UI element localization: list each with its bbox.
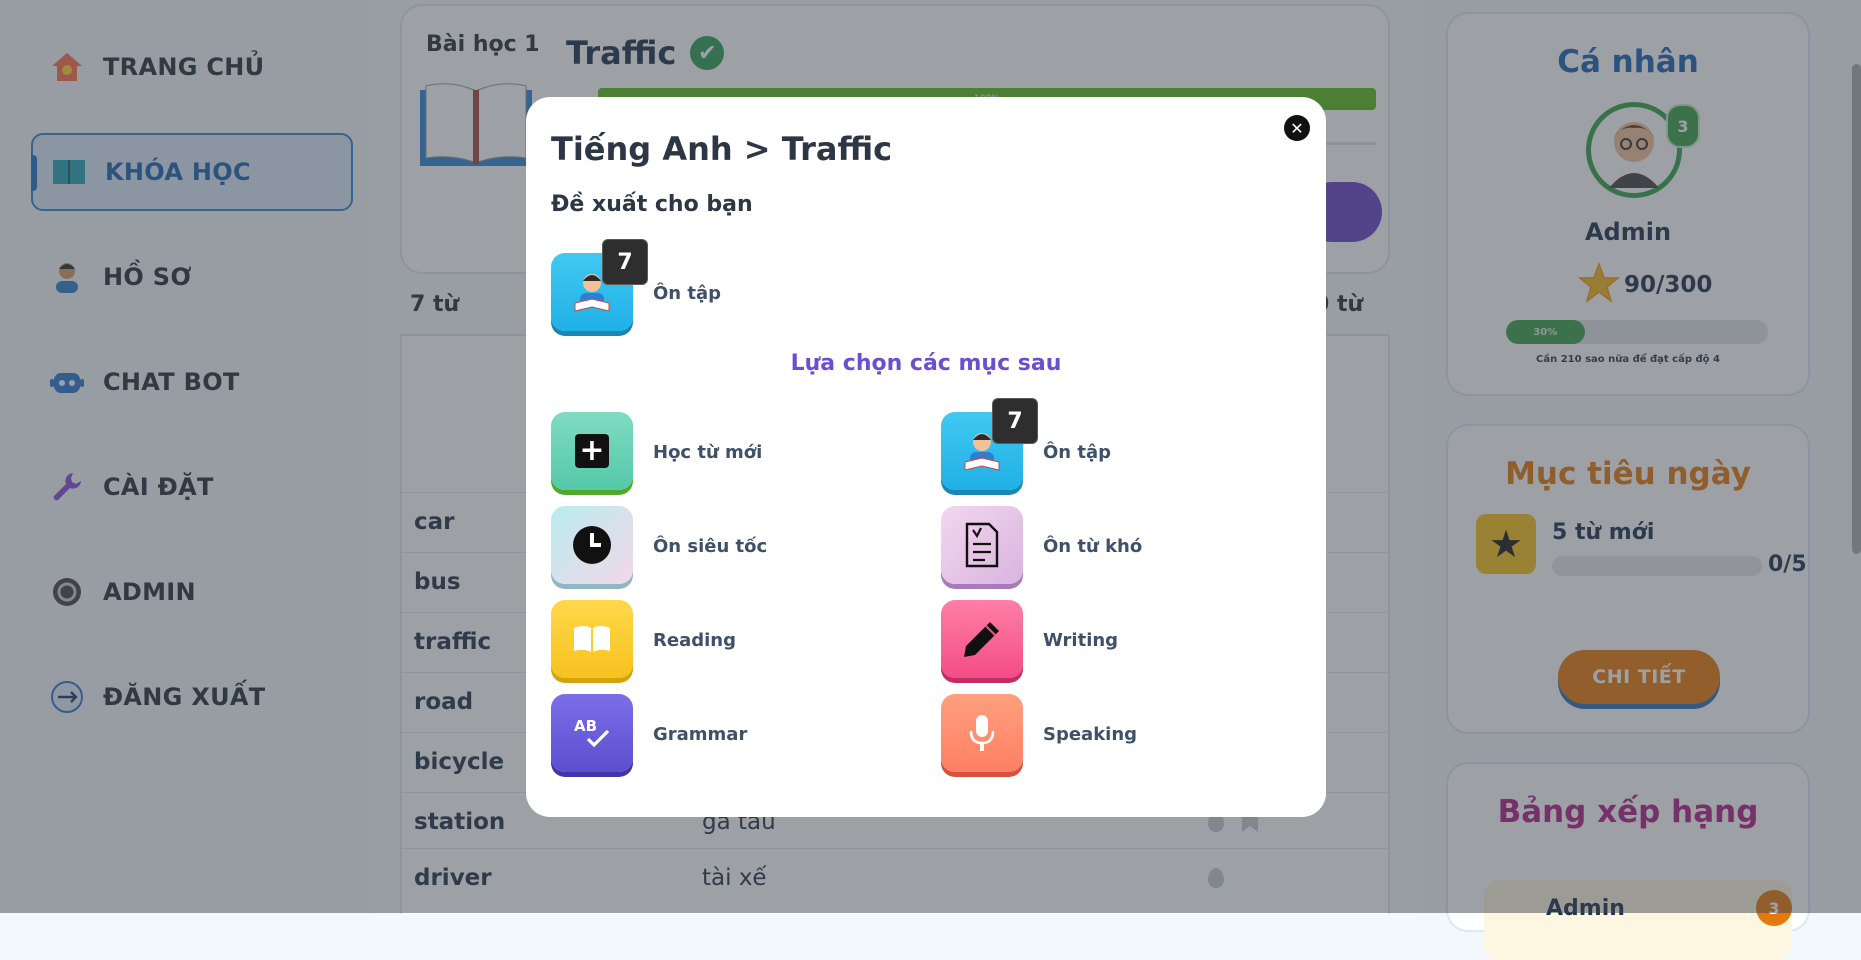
- microphone-icon: [941, 694, 1023, 772]
- grammar-check-icon: AB: [551, 694, 633, 772]
- close-icon[interactable]: ✕: [1284, 115, 1310, 141]
- suggest-heading: Đề xuất cho bạn: [551, 192, 753, 217]
- book-open-icon: [551, 600, 633, 678]
- svg-text:AB: AB: [574, 717, 597, 735]
- option-label: Ôn tập: [1043, 442, 1112, 463]
- option-label: Ôn tập: [653, 283, 722, 304]
- writing-option[interactable]: Writing: [941, 600, 1261, 682]
- option-label: Writing: [1043, 630, 1119, 651]
- speed-review-option[interactable]: Ôn siêu tốc: [551, 506, 871, 588]
- suggested-review-option[interactable]: 7 Ôn tập: [551, 239, 871, 335]
- option-label: Ôn từ khó: [1043, 536, 1143, 557]
- grammar-option[interactable]: AB Grammar: [551, 694, 871, 776]
- review-option[interactable]: 7 Ôn tập: [941, 398, 1261, 494]
- option-label: Ôn siêu tốc: [653, 536, 768, 557]
- reading-option[interactable]: Reading: [551, 600, 871, 682]
- review-count-badge: 7: [602, 239, 648, 285]
- option-label: Học từ mới: [653, 442, 763, 463]
- option-label: Reading: [653, 630, 736, 651]
- choose-heading: Lựa chọn các mục sau: [790, 351, 1062, 376]
- plus-icon: +: [551, 412, 633, 490]
- option-label: Grammar: [653, 724, 748, 745]
- learn-new-words-option[interactable]: + Học từ mới: [551, 412, 871, 494]
- speaking-option[interactable]: Speaking: [941, 694, 1261, 776]
- clock-icon: [551, 506, 633, 584]
- hard-words-option[interactable]: Ôn từ khó: [941, 506, 1261, 588]
- review-count-badge: 7: [992, 398, 1038, 444]
- study-mode-modal: ✕ Tiếng Anh > Traffic Đề xuất cho bạn 7 …: [526, 97, 1326, 817]
- pencil-icon: [941, 600, 1023, 678]
- modal-breadcrumb: Tiếng Anh > Traffic: [551, 130, 893, 168]
- note-icon: [941, 506, 1023, 584]
- option-label: Speaking: [1043, 724, 1138, 745]
